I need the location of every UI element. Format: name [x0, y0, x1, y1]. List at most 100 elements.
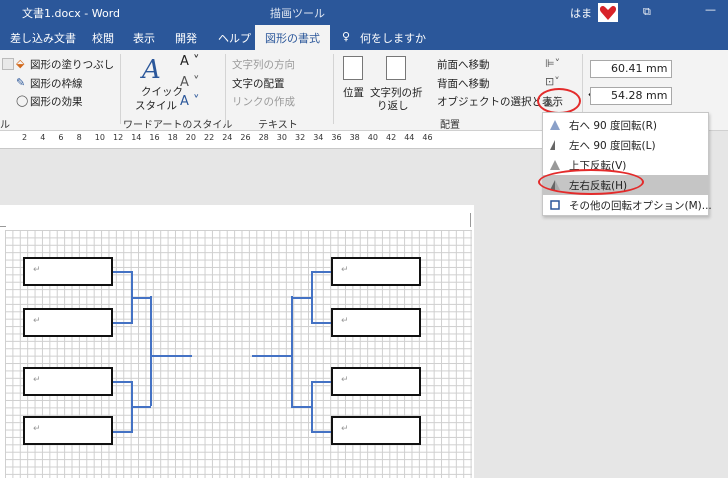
flip-highlight-oval: [538, 169, 644, 195]
ribbon-tabs: 差し込み文書 校閲 表示 開発 ヘルプ 図形の書式 ♀ 何をしますか: [0, 25, 728, 50]
bracket-line: [131, 406, 151, 408]
shape-height-input[interactable]: 60.41 mm: [590, 60, 672, 78]
ruler-tick: 10: [94, 133, 105, 142]
horizontal-ruler[interactable]: 2 4 6 8 10 12 14 16 18 20 22 24 26 28 30 32 34 36 38 40 42 44…: [0, 131, 566, 149]
fill-icon: ⬙: [16, 57, 25, 70]
ruler-tick: 42: [386, 133, 397, 142]
ruler-tick: 18: [167, 133, 178, 142]
rotate-menu: 右へ 90 度回転(R) 左へ 90 度回転(L) 上下反転(V) 左右反転(H…: [542, 112, 712, 216]
wordart-icon: A: [142, 55, 161, 85]
user-name[interactable]: はま: [570, 5, 592, 21]
bracket-line: [311, 381, 313, 433]
ribbon-display-options-icon[interactable]: ⧉: [643, 5, 651, 19]
group-divider: [333, 54, 334, 124]
outline-icon: ✎: [16, 76, 26, 89]
shape-effects-button[interactable]: 図形の効果: [30, 94, 83, 109]
bracket-line: [311, 431, 331, 433]
rotate-right-90-item[interactable]: 右へ 90 度回転(R): [543, 115, 708, 135]
title-bar: 文書1.docx - Word 描画ツール はま ⧉ —: [0, 0, 728, 25]
ruler-tick: 2: [22, 133, 28, 142]
margin-corner-mark: [470, 213, 471, 227]
bracket-line: [131, 296, 151, 299]
text-outline-icon[interactable]: A ˅: [180, 75, 200, 90]
entry-box[interactable]: ↵: [23, 308, 113, 337]
bracket-line: [150, 355, 192, 357]
bracket-line: [113, 381, 131, 383]
tab-review[interactable]: 校閲: [92, 30, 114, 46]
entry-box[interactable]: ↵: [23, 257, 113, 286]
ruler-tick: 34: [313, 133, 324, 142]
ruler-tick: 40: [367, 133, 378, 142]
bracket-line: [113, 322, 131, 324]
bracket-line: [311, 322, 331, 324]
group-divider: [225, 54, 226, 124]
ruler-tick: 24: [222, 133, 233, 142]
quick-styles-label-2[interactable]: スタイル: [135, 98, 177, 113]
ruler-tick: 44: [404, 133, 415, 142]
avatar[interactable]: [598, 3, 618, 22]
text-direction-button[interactable]: 文字列の方向: [232, 57, 295, 72]
bring-forward-button[interactable]: 前面へ移動: [437, 57, 490, 72]
align-text-button[interactable]: 文字の配置: [232, 76, 285, 91]
bracket-line: [252, 355, 292, 357]
entry-box[interactable]: ↵: [23, 416, 113, 445]
ruler-tick: 28: [258, 133, 269, 142]
send-backward-button[interactable]: 背面へ移動: [437, 76, 490, 91]
position-button[interactable]: 位置: [343, 85, 364, 100]
shape-fill-button[interactable]: 図形の塗りつぶし: [30, 57, 114, 72]
shape-styles-group-label: ル: [0, 120, 10, 131]
text-group-label: テキスト: [258, 120, 298, 131]
more-rotation-options-item[interactable]: その他の回転オプション(M)...: [543, 195, 712, 215]
bracket-line: [150, 296, 152, 406]
ruler-tick: 32: [295, 133, 306, 142]
entry-box[interactable]: ↵: [331, 367, 421, 396]
tab-help[interactable]: ヘルプ: [218, 30, 251, 46]
tab-mailings[interactable]: 差し込み文書: [10, 30, 76, 46]
group-divider: [120, 54, 121, 124]
entry-box[interactable]: ↵: [331, 257, 421, 286]
bracket-line: [113, 431, 131, 433]
ruler-tick: 26: [240, 133, 251, 142]
entry-box[interactable]: ↵: [23, 367, 113, 396]
ruler-tick: 12: [113, 133, 124, 142]
shape-outline-button[interactable]: 図形の枠線: [30, 76, 83, 91]
rotate-right-icon: [550, 120, 560, 130]
ruler-tick: 20: [185, 133, 196, 142]
tab-shape-format[interactable]: 図形の書式: [255, 25, 330, 50]
ruler-tick: 6: [58, 133, 64, 142]
ruler-tick: 8: [76, 133, 82, 142]
rotate-highlight-oval: [537, 88, 581, 114]
heart-icon: [599, 5, 617, 21]
text-fill-icon[interactable]: A ˅: [180, 54, 200, 69]
text-effects-icon[interactable]: A ˅: [180, 94, 200, 109]
tell-me-search[interactable]: 何をしますか: [360, 30, 426, 46]
bracket-line: [291, 296, 293, 406]
ruler-tick: 36: [331, 133, 342, 142]
style-gallery-scroll[interactable]: [2, 58, 14, 70]
group-icon[interactable]: ⊡˅: [545, 75, 560, 88]
context-tab-label: 描画ツール: [270, 7, 325, 20]
bracket-line: [291, 406, 311, 408]
bracket-line: [311, 381, 331, 383]
arrange-group-label: 配置: [440, 120, 460, 131]
position-icon[interactable]: [343, 56, 363, 80]
ruler-tick: 30: [276, 133, 287, 142]
minimize-button[interactable]: —: [705, 3, 716, 16]
shape-width-input[interactable]: 54.28 mm: [590, 87, 672, 105]
rotate-left-90-item[interactable]: 左へ 90 度回転(L): [543, 135, 708, 155]
wrap-text-icon[interactable]: [386, 56, 406, 80]
document-title: 文書1.docx - Word: [22, 7, 121, 20]
tab-developer[interactable]: 開発: [175, 30, 197, 46]
quick-styles-label-1[interactable]: クイック: [141, 84, 183, 99]
ruler-tick: 46: [422, 133, 433, 142]
tab-view[interactable]: 表示: [133, 30, 155, 46]
create-link-button[interactable]: リンクの作成: [232, 94, 295, 109]
lightbulb-icon[interactable]: ♀: [342, 30, 350, 43]
entry-box[interactable]: ↵: [331, 416, 421, 445]
ruler-tick: 16: [149, 133, 160, 142]
align-icon[interactable]: ⊫˅: [545, 57, 560, 70]
wrap-text-label-2[interactable]: り返し: [377, 98, 409, 113]
wordart-group-label: ワードアートのスタイル: [123, 120, 233, 131]
bracket-line: [291, 296, 311, 299]
entry-box[interactable]: ↵: [331, 308, 421, 337]
